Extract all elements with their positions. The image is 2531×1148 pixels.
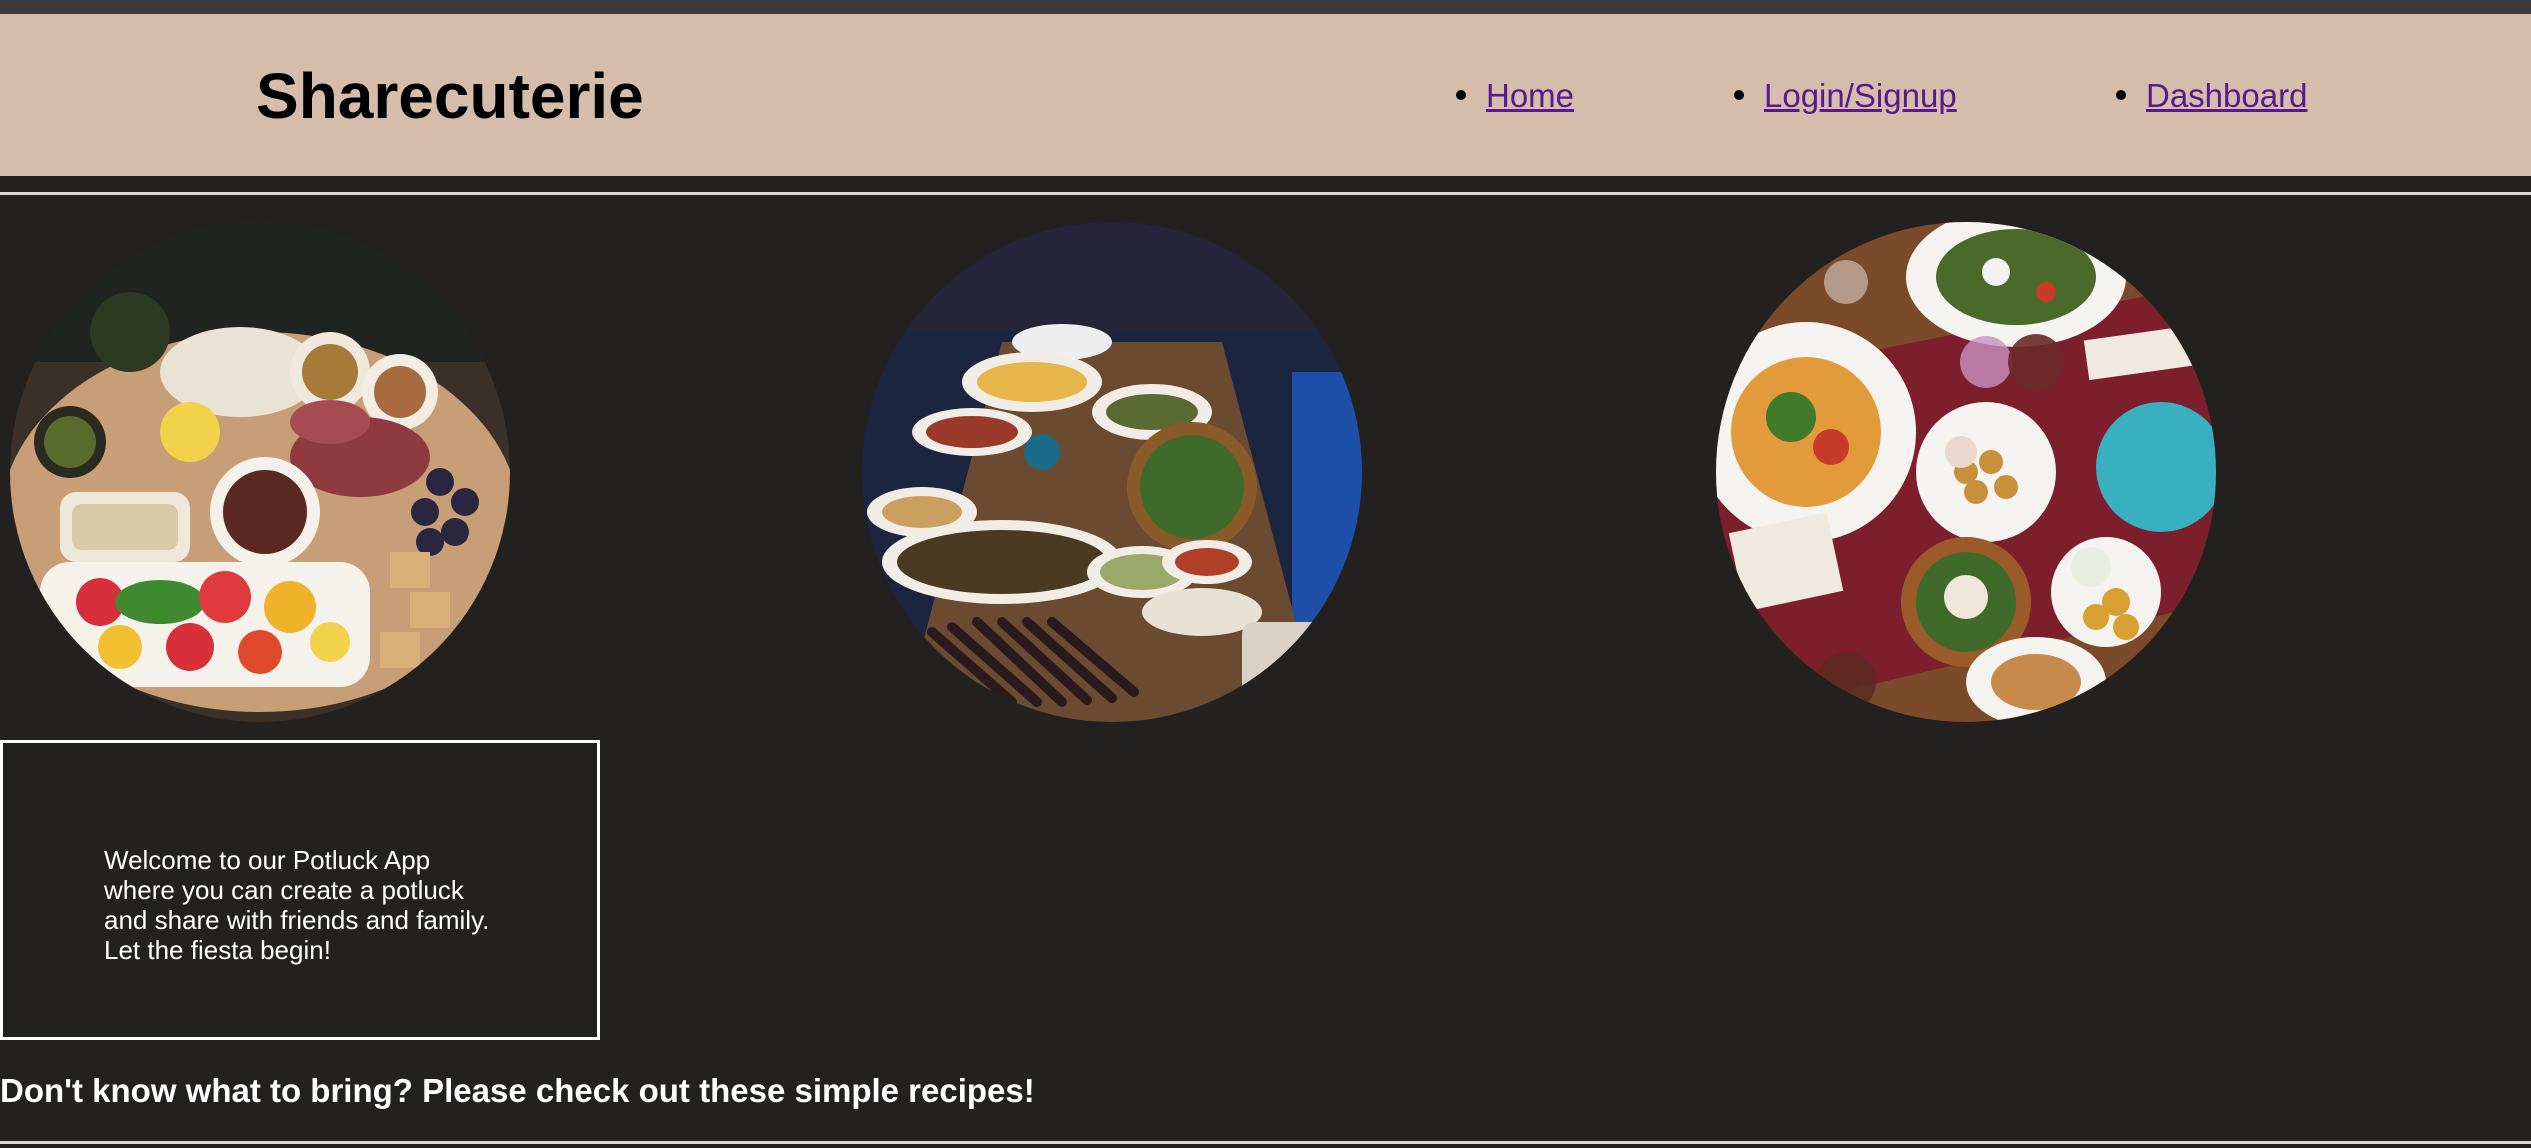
site-logo-title: Sharecuterie [256,60,644,132]
welcome-box: Welcome to our Potluck App where you can… [0,740,600,1040]
site-header: Sharecuterie Home Login/Signup Dashboard [0,14,2531,176]
nav-link-dashboard[interactable]: Dashboard [2146,77,2307,114]
nav-link-login-signup[interactable]: Login/Signup [1764,77,1957,114]
recipes-heading: Don't know what to bring? Please check o… [0,1072,1035,1109]
bullet-icon [1734,90,1744,101]
nav-link-home[interactable]: Home [1486,77,1574,114]
charcuterie-board-photo [10,222,510,722]
dinner-table-photo [1716,222,2216,722]
welcome-message: Welcome to our Potluck App where you can… [104,845,490,965]
bullet-icon [2116,90,2126,101]
bullet-icon [1456,90,1466,101]
divider-top [0,192,2531,195]
potluck-table-photo [862,222,1362,722]
divider-bottom [0,1141,2531,1144]
nav-item-dashboard: Dashboard [2116,76,2307,116]
nav-item-login-signup: Login/Signup [1734,76,1957,116]
browser-top-strip [0,0,2531,14]
nav-item-home: Home [1456,76,1574,116]
